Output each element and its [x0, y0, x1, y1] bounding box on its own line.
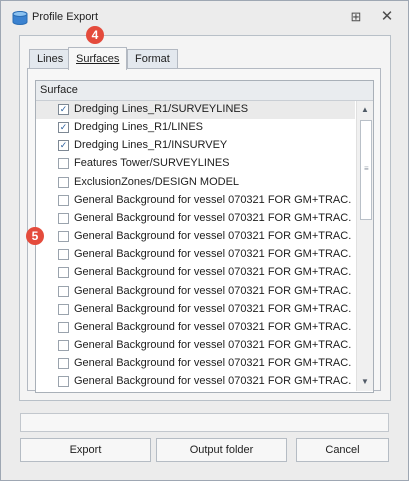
surface-row[interactable]: ✓ Dredging Lines_R1/SURVEYLINES	[36, 101, 355, 120]
surface-row[interactable]: General Background for vessel 070321 FOR…	[36, 301, 355, 319]
surface-rows: ✓ Dredging Lines_R1/SURVEYLINES ✓ Dredging …	[36, 101, 355, 392]
surface-label: General Background for vessel 070321 FOR…	[74, 193, 352, 206]
checkbox-unchecked[interactable]	[58, 267, 69, 279]
checkbox-unchecked[interactable]	[58, 176, 69, 188]
scroll-down-icon[interactable]: ▼	[357, 375, 373, 389]
checkbox-unchecked[interactable]	[58, 340, 69, 352]
checkbox-unchecked[interactable]	[58, 212, 69, 224]
progress-bar	[20, 413, 389, 432]
grid-header[interactable]: Surface	[36, 81, 373, 101]
surface-label: General Background for vessel 070321 FOR…	[74, 320, 352, 333]
surface-row[interactable]: General Background for vessel 070321 FOR…	[36, 210, 355, 228]
surface-row[interactable]: General Background for vessel 070321 FOR…	[36, 283, 355, 301]
tab-surfaces[interactable]: Surfaces	[68, 47, 128, 70]
surface-row[interactable]: General Background for vessel 070321 FOR…	[36, 246, 355, 264]
surface-row[interactable]: ✓ Dredging Lines_R1/INSURVEY	[36, 137, 355, 155]
surface-label: Features Tower/SURVEYLINES	[74, 157, 230, 170]
title-bar[interactable]: Profile Export ⊞ ✕	[1, 1, 408, 31]
checkbox-unchecked[interactable]	[58, 194, 69, 206]
surface-label: General Background for vessel 070321 FOR…	[74, 211, 352, 224]
tab-surfaces-label: Surfaces	[76, 53, 120, 65]
surface-row[interactable]: General Background for vessel 070321 FOR…	[36, 192, 355, 210]
database-icon	[12, 11, 28, 25]
annotation-badge-4: 4	[86, 26, 104, 44]
surface-label: General Background for vessel 070321 FOR…	[74, 357, 352, 370]
scroll-up-icon[interactable]: ▲	[357, 103, 373, 117]
scroll-thumb[interactable]: ≡	[360, 120, 372, 220]
checkbox-checked[interactable]: ✓	[58, 140, 69, 152]
checkbox-unchecked[interactable]	[58, 285, 69, 297]
surface-label: General Background for vessel 070321 FOR…	[74, 248, 352, 261]
surface-row[interactable]: General Background for vessel 070321 FOR…	[36, 319, 355, 337]
output-folder-button[interactable]: Output folder	[156, 438, 287, 462]
checkbox-unchecked[interactable]	[58, 358, 69, 370]
surface-label: General Background for vessel 070321 FOR…	[74, 230, 352, 243]
checkbox-unchecked[interactable]	[58, 321, 69, 333]
surface-row[interactable]: General Background for vessel 070321 FOR…	[36, 373, 355, 391]
surface-label: General Background for vessel 070321 FOR…	[74, 375, 352, 388]
surface-row[interactable]: Features Tower/SURVEYLINES	[36, 155, 355, 173]
export-button[interactable]: Export	[20, 438, 151, 462]
surface-row[interactable]: General Background for vessel 070321 FOR…	[36, 337, 355, 355]
surface-label: General Background for vessel 070321 FOR…	[74, 302, 352, 315]
checkbox-checked[interactable]: ✓	[58, 122, 69, 134]
surface-row[interactable]: ✓ Dredging Lines_R1/LINES	[36, 119, 355, 137]
checkbox-unchecked[interactable]	[58, 231, 69, 243]
checkbox-unchecked[interactable]	[58, 376, 69, 388]
surface-row[interactable]: General Background for vessel 070321 FOR…	[36, 228, 355, 246]
surface-row[interactable]: General Background for vessel 070321 FOR…	[36, 264, 355, 282]
window-title: Profile Export	[32, 11, 99, 23]
checkbox-unchecked[interactable]	[58, 303, 69, 315]
annotation-badge-5: 5	[26, 227, 44, 245]
tab-lines[interactable]: Lines	[29, 49, 72, 69]
surface-label: General Background for vessel 070321 FOR…	[74, 339, 352, 352]
surface-label: Dredging Lines_R1/LINES	[74, 121, 204, 134]
vertical-scrollbar[interactable]: ▲ ≡ ▼	[356, 101, 373, 391]
close-icon[interactable]: ✕	[376, 8, 398, 26]
checkbox-unchecked[interactable]	[58, 158, 69, 170]
tab-format[interactable]: Format	[127, 49, 178, 69]
surface-label: ExclusionZones/DESIGN MODEL	[74, 175, 240, 188]
grip-icon: ≡	[364, 164, 369, 173]
surface-row[interactable]: General Background for vessel 070321 FOR…	[36, 355, 355, 373]
pin-icon[interactable]: ⊞	[345, 8, 367, 26]
surface-label: General Background for vessel 070321 FOR…	[74, 284, 352, 297]
checkbox-checked[interactable]: ✓	[58, 104, 69, 115]
surface-label: Dredging Lines_R1/INSURVEY	[74, 139, 228, 152]
surface-label: Dredging Lines_R1/SURVEYLINES	[74, 103, 249, 115]
surface-grid[interactable]: Surface ✓ Dredging Lines_R1/SURVEYLINES ✓ D…	[35, 80, 374, 393]
column-header-surface[interactable]: Surface	[40, 84, 78, 96]
checkbox-unchecked[interactable]	[58, 249, 69, 261]
surface-label: General Background for vessel 070321 FOR…	[74, 266, 352, 279]
surface-row[interactable]: ExclusionZones/DESIGN MODEL	[36, 174, 355, 192]
cancel-button[interactable]: Cancel	[296, 438, 389, 462]
